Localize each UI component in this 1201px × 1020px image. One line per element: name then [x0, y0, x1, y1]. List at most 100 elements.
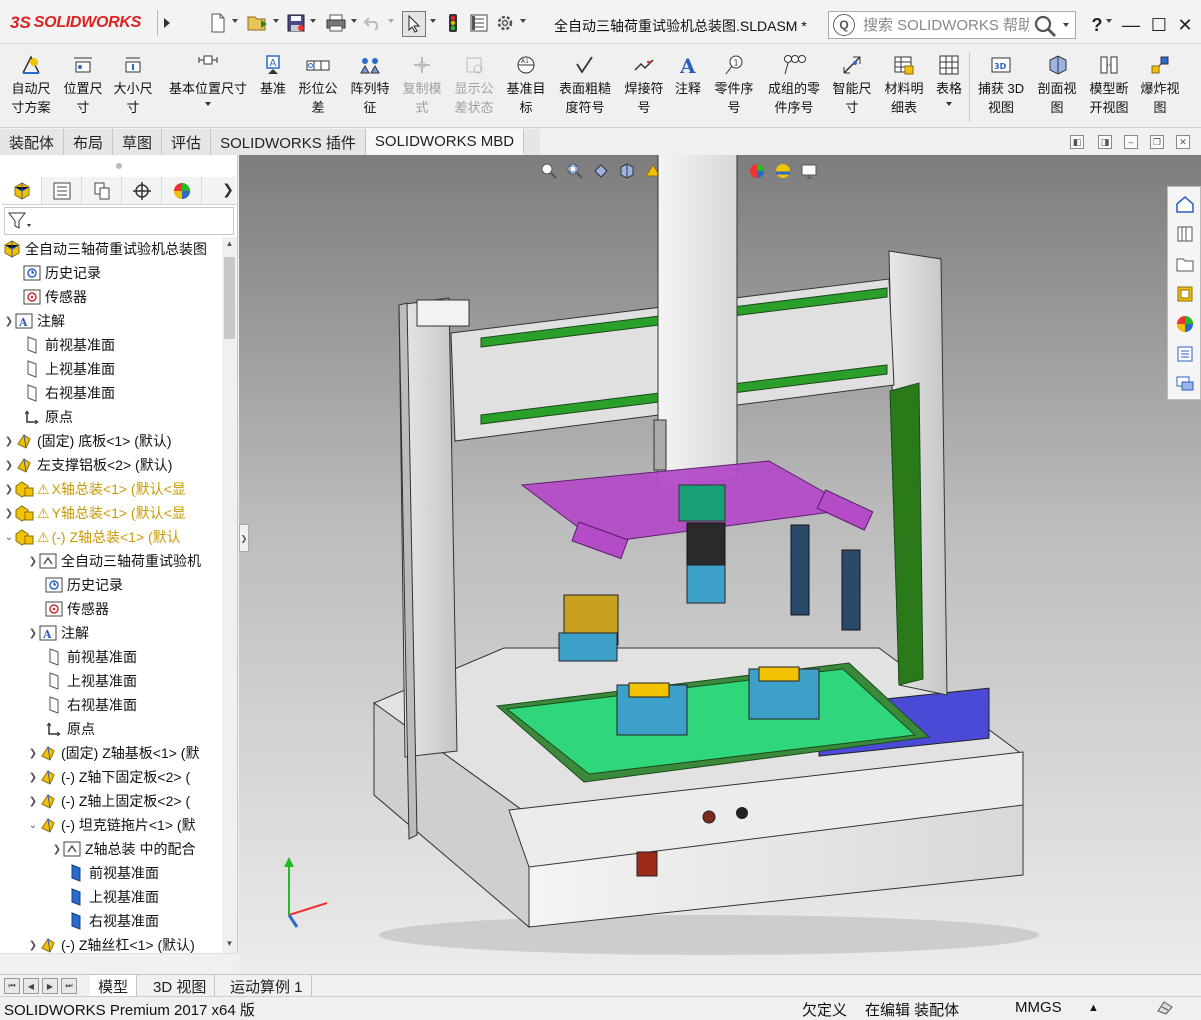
tree-item-z-lead-screw[interactable]: ❯ (-) Z轴丝杠<1> (默认)	[28, 933, 195, 953]
tab-model[interactable]: 模型	[90, 975, 138, 997]
doc-restore-icon[interactable]: ❐	[1150, 135, 1164, 149]
new-dropdown-icon[interactable]	[232, 19, 238, 23]
rebuild-status-icon[interactable]	[1156, 999, 1174, 1019]
smart-dim-button[interactable]: 智能尺 寸	[828, 52, 876, 117]
tree-item-sensors[interactable]: 传感器	[22, 285, 87, 309]
next-tab-arrow-icon[interactable]: ▶	[42, 978, 58, 994]
undo-icon[interactable]	[362, 11, 384, 35]
tab-layout[interactable]: 布局	[64, 129, 114, 155]
weld-symbol-button[interactable]: 焊接符 号	[620, 52, 668, 117]
expand-arrow-icon[interactable]: ❯	[28, 796, 38, 807]
save-icon[interactable]	[285, 11, 307, 35]
design-library-icon[interactable]	[1172, 221, 1198, 247]
tree-filter[interactable]	[4, 207, 234, 235]
select-dropdown-icon[interactable]	[430, 19, 436, 23]
panel-grip-icon[interactable]	[116, 163, 122, 169]
tree-item-history[interactable]: 历史记录	[22, 261, 101, 285]
tree-item-history-sub[interactable]: 历史记录	[44, 573, 123, 597]
tree-item-mates-folder[interactable]: ❯ 全自动三轴荷重试验机	[28, 549, 201, 573]
table-button[interactable]: 表格	[931, 52, 967, 106]
tree-item-front-plane-sub[interactable]: 前视基准面	[44, 645, 137, 669]
tree-item-top-plane-sub[interactable]: 上视基准面	[44, 669, 137, 693]
tree-item-top-plane-sub2[interactable]: 上视基准面	[66, 885, 159, 909]
basic-location-dim-button[interactable]: 基本位置尺寸	[162, 52, 254, 106]
status-units[interactable]: MMGS	[1015, 999, 1062, 1016]
tab-sketch[interactable]: 草图	[113, 129, 163, 155]
tab-evaluate[interactable]: 评估	[162, 129, 212, 155]
tree-item-z-mates[interactable]: ❯ Z轴总装 中的配合	[52, 837, 196, 861]
last-tab-arrow-icon[interactable]: ⏭	[61, 978, 77, 994]
expand-arrow-icon[interactable]: ❯	[28, 772, 38, 783]
expand-arrow-icon[interactable]: ❯	[4, 460, 14, 471]
tree-item-left-support[interactable]: ❯ 左支撑铝板<2> (默认)	[4, 453, 173, 477]
filter-funnel-icon[interactable]	[8, 212, 34, 230]
tree-item-z-base-plate[interactable]: ❯ (固定) Z轴基板<1> (默	[28, 741, 200, 765]
tree-item-drag-chain-bracket[interactable]: ⌄ (-) 坦克链拖片<1> (默	[28, 813, 196, 837]
tree-item-origin-sub[interactable]: 原点	[44, 717, 95, 741]
surface-finish-button[interactable]: 表面粗糙 度符号	[553, 52, 617, 117]
scroll-thumb[interactable]	[224, 257, 235, 339]
search-icon[interactable]	[1033, 14, 1057, 41]
expand-arrow-icon[interactable]: ❯	[28, 628, 38, 639]
units-up-arrow-icon[interactable]: ▲	[1088, 1002, 1099, 1014]
scroll-up-arrow-icon[interactable]: ▲	[224, 239, 235, 251]
open-dropdown-icon[interactable]	[273, 19, 279, 23]
doc-close-icon[interactable]: ✕	[1176, 135, 1190, 149]
view-palette-icon[interactable]	[1172, 281, 1198, 307]
tab-assembly[interactable]: 装配体	[0, 129, 65, 155]
datum-button[interactable]: A 基准	[255, 52, 291, 98]
tree-item-annotations-sub[interactable]: ❯ A 注解	[28, 621, 89, 645]
auto-balloon-button[interactable]: 成组的零 件序号	[762, 52, 826, 117]
collapse-arrow-icon[interactable]: ⌄	[28, 820, 38, 831]
open-folder-icon[interactable]	[246, 11, 270, 35]
model-break-view-button[interactable]: 模型断 开视图	[1085, 52, 1133, 117]
tree-item-origin[interactable]: 原点	[22, 405, 73, 429]
assembly-3d-model[interactable]	[239, 155, 1201, 974]
forum-icon[interactable]	[1172, 371, 1198, 397]
auto-dim-scheme-button[interactable]: 自动尺 寸方案	[6, 52, 56, 117]
maximize-button[interactable]: ☐	[1146, 12, 1172, 38]
datum-target-button[interactable]: A1 基准目 标	[502, 52, 550, 117]
select-cursor-icon[interactable]	[402, 11, 426, 37]
size-dim-button[interactable]: 大小尺 寸	[110, 52, 156, 117]
tab-motion-study-1[interactable]: 运动算例 1	[222, 975, 312, 997]
expand-arrow-icon[interactable]: ❯	[52, 844, 62, 855]
show-tolerance-status-button[interactable]: 显示公 差状态	[450, 52, 498, 117]
appearances-scenes-icon[interactable]	[1172, 311, 1198, 337]
tree-item-z-axis-assembly[interactable]: ⌄ ⚠ (-) Z轴总装<1> (默认	[4, 525, 181, 549]
bom-button[interactable]: 材料明 细表	[880, 52, 928, 117]
prev-tab-arrow-icon[interactable]: ◀	[23, 978, 39, 994]
doc-minimize-icon[interactable]: –	[1124, 135, 1138, 149]
tree-root-assembly[interactable]: 全自动三轴荷重试验机总装图	[2, 237, 207, 261]
scroll-down-arrow-icon[interactable]: ▼	[224, 939, 235, 951]
graphics-area[interactable]	[239, 155, 1201, 974]
pattern-feature-button[interactable]: 阵列特 征	[346, 52, 394, 117]
tree-item-z-lower-plate[interactable]: ❯ (-) Z轴下固定板<2> (	[28, 765, 190, 789]
options-gear-icon[interactable]	[494, 11, 516, 35]
basic-location-dim-dropdown-icon[interactable]	[205, 102, 211, 106]
expand-arrow-icon[interactable]: ❯	[28, 556, 38, 567]
expand-arrow-icon[interactable]: ❯	[28, 748, 38, 759]
tree-item-right-plane-sub[interactable]: 右视基准面	[44, 693, 137, 717]
options-dropdown-icon[interactable]	[520, 19, 526, 23]
part-number-button[interactable]: 1 零件序 号	[710, 52, 758, 117]
menu-expand-arrow-icon[interactable]	[157, 10, 175, 36]
expand-arrow-icon[interactable]: ❯	[4, 484, 14, 495]
location-dim-button[interactable]: 位置尺 寸	[60, 52, 106, 117]
help-dropdown-icon[interactable]	[1106, 19, 1112, 23]
rebuild-traffic-light-icon[interactable]	[444, 11, 462, 35]
panel-collapse-arrow-icon[interactable]: ❯	[239, 524, 249, 552]
expand-arrow-icon[interactable]: ❯	[4, 508, 14, 519]
help-search-input[interactable]	[861, 15, 1031, 35]
tab-solidworks-mbd[interactable]: SOLIDWORKS MBD	[365, 129, 525, 155]
collapse-arrow-icon[interactable]: ⌄	[4, 532, 14, 543]
tab-solidworks-addins[interactable]: SOLIDWORKS 插件	[211, 129, 366, 155]
custom-properties-icon[interactable]	[1172, 341, 1198, 367]
geometric-tolerance-button[interactable]: 形位公 差	[294, 52, 342, 117]
tile-left-icon[interactable]: ◧	[1070, 135, 1084, 149]
first-tab-arrow-icon[interactable]: ⏮	[4, 978, 20, 994]
help-search-box[interactable]: Q	[828, 11, 1076, 39]
help-button[interactable]: ?	[1084, 12, 1110, 38]
section-view-button[interactable]: 剖面视 图	[1033, 52, 1081, 117]
configuration-manager-tab-icon[interactable]	[82, 177, 122, 204]
